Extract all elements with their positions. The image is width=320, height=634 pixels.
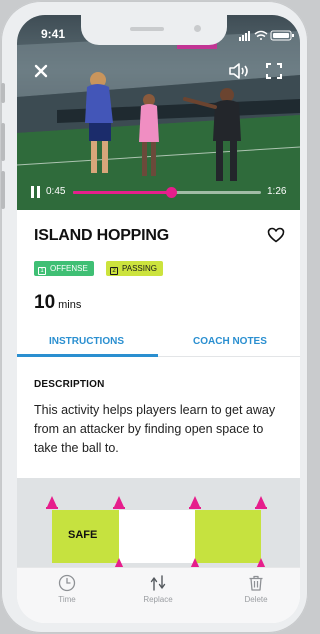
replace-button-label: Replace [143,595,173,604]
duration-time: 1:26 [267,186,287,197]
close-icon[interactable] [31,61,51,81]
activity-duration: 10 mins [34,292,81,314]
video-player[interactable]: 9:41 0:45 1:26 [17,15,300,210]
delete-button[interactable]: Delete [226,574,286,604]
volume-up-button [1,123,5,161]
speaker [130,27,164,31]
trash-icon [249,575,263,591]
field-diagram: SAFE [17,478,300,578]
status-time: 9:41 [41,27,66,41]
video-controls: 0:45 1:26 [17,181,300,205]
open-zone [119,510,195,563]
replace-icon [150,575,166,591]
signal-icon [239,31,250,41]
heart-icon[interactable] [267,227,285,243]
description-text: This activity helps players learn to get… [34,403,276,455]
notch [81,15,227,45]
tag-number-icon: 1 [38,267,46,275]
clock-icon [58,574,76,592]
cone-icon [113,496,125,509]
pause-icon[interactable] [31,186,41,198]
time-button[interactable]: Time [37,574,97,604]
cone-icon [189,496,201,509]
volume-icon[interactable] [228,62,250,80]
progress-fill [73,191,171,194]
tag-passing: 2 PASSING [106,261,163,276]
tag-label: OFFENSE [50,264,88,273]
front-camera [194,25,201,32]
tag-label: PASSING [122,264,157,273]
delete-button-label: Delete [244,595,268,604]
bottom-action-bar: Time Replace Delete [17,567,300,623]
description-heading: DESCRIPTION [34,379,105,390]
fullscreen-icon[interactable] [266,63,282,79]
screen: 9:41 0:45 1:26 ISLAND HOPPING 1 OFFENSE … [17,15,300,623]
tag-number-icon: 2 [110,267,118,275]
current-time: 0:45 [46,186,66,197]
mute-switch [1,83,5,103]
progress-track[interactable] [73,187,261,198]
tab-instructions[interactable]: INSTRUCTIONS [49,336,124,347]
tab-coach-notes[interactable]: COACH NOTES [193,336,267,347]
active-tab-indicator [17,354,158,357]
time-button-label: Time [58,595,76,604]
wifi-icon [254,30,268,40]
activity-title: ISLAND HOPPING [34,227,169,244]
safe-zone-label: SAFE [68,529,98,541]
tag-offense: 1 OFFENSE [34,261,94,276]
duration-value: 10 [34,292,56,313]
phone-frame: 9:41 0:45 1:26 ISLAND HOPPING 1 OFFENSE … [1,1,308,633]
replace-button[interactable]: Replace [128,574,188,604]
cone-icon [46,496,58,509]
volume-down-button [1,171,5,209]
tab-bar: INSTRUCTIONS COACH NOTES [17,327,300,357]
duration-unit: mins [58,299,82,311]
progress-thumb[interactable] [165,187,177,198]
battery-icon [270,30,294,41]
status-bar: 9:41 [17,15,300,45]
safe-zone [195,510,261,563]
status-icons [239,30,294,41]
cone-icon [255,496,267,509]
